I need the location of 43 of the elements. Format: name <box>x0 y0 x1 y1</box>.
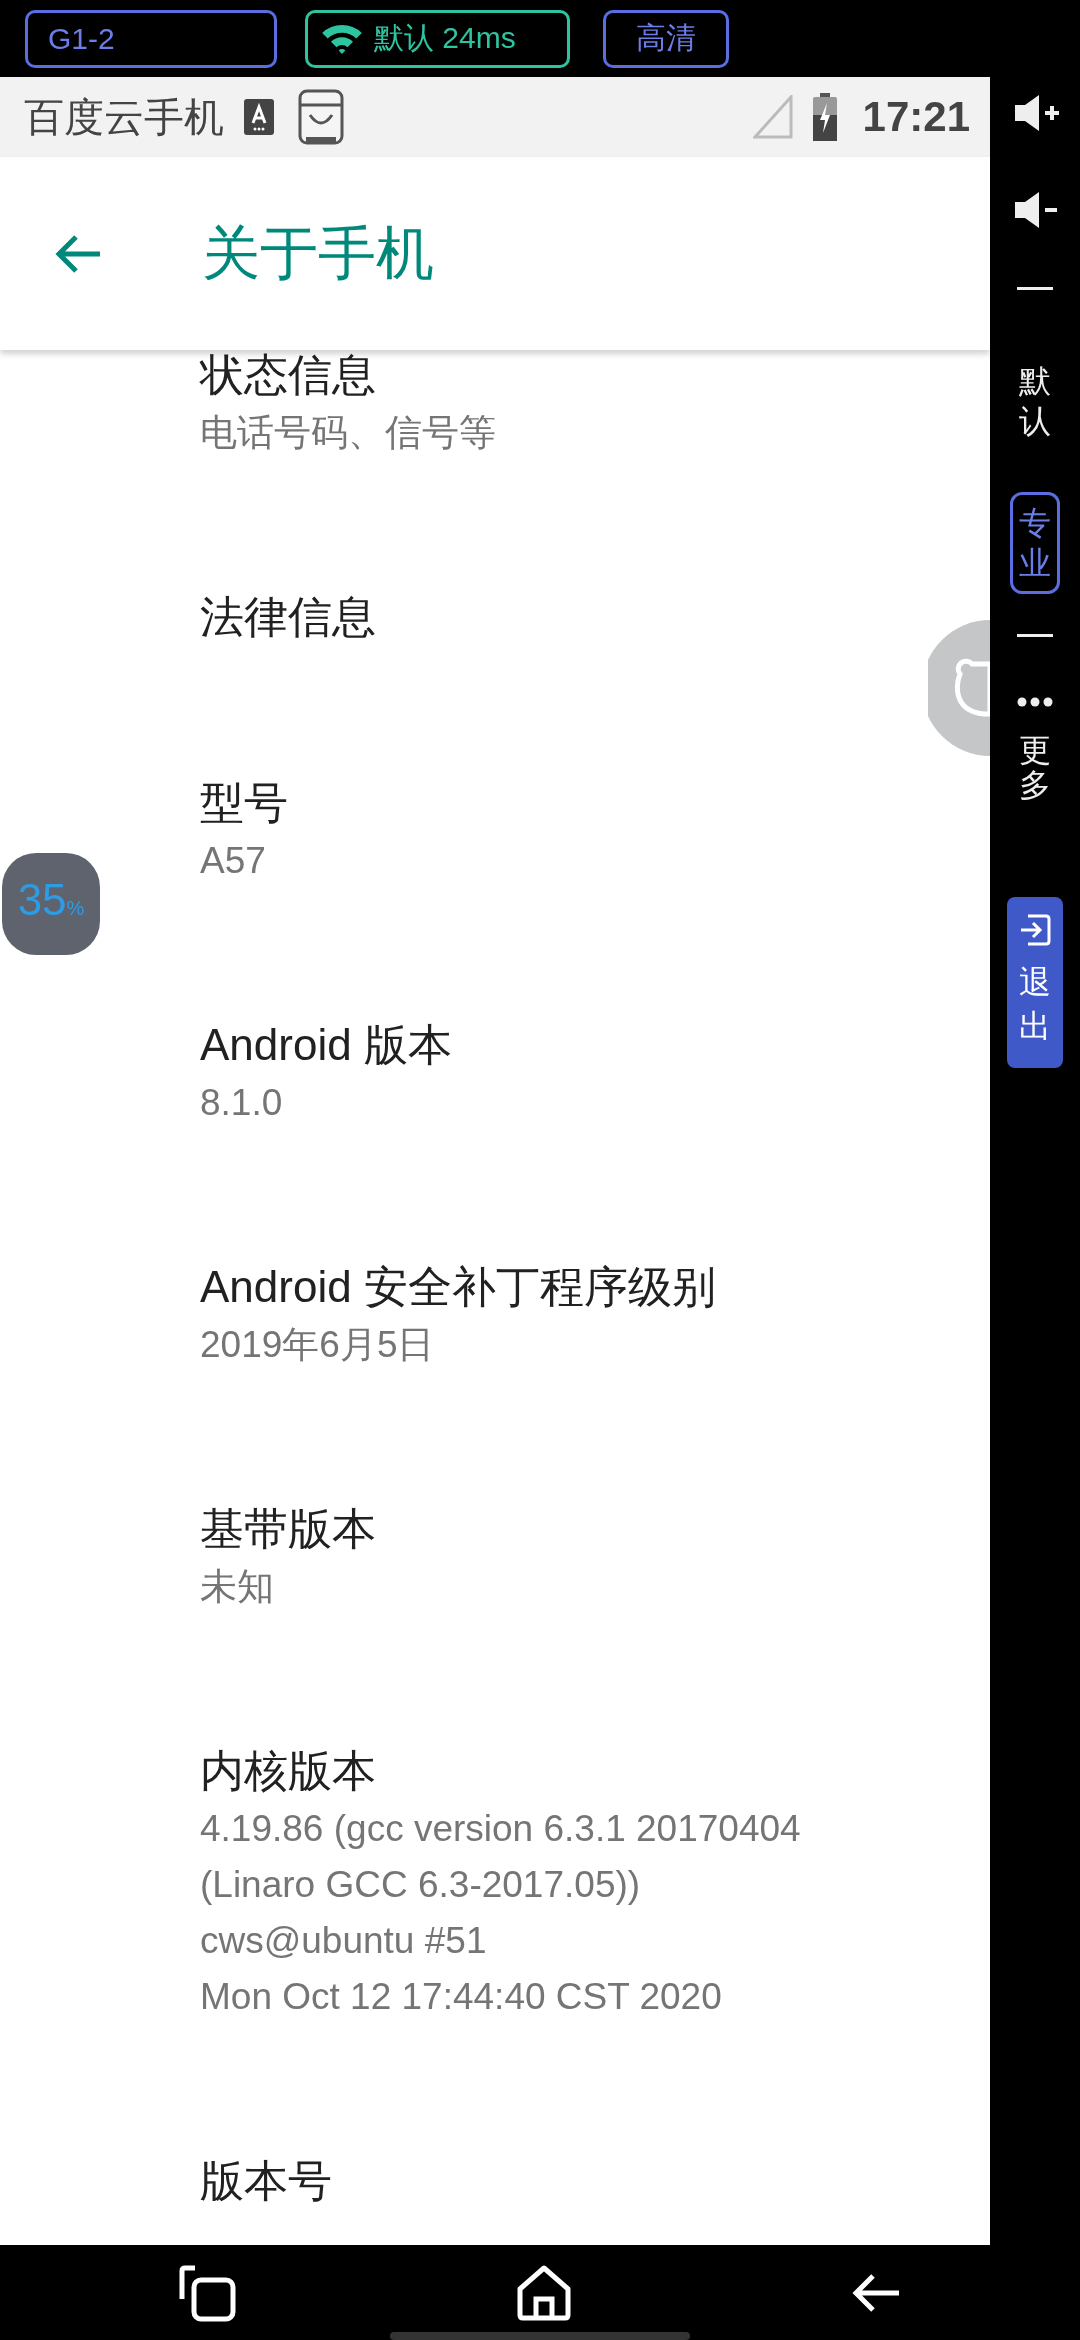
bag-icon <box>298 89 344 145</box>
home-icon[interactable] <box>516 2264 572 2321</box>
item-summary: 未知 <box>200 1565 275 1609</box>
item-title: 状态信息 <box>200 350 377 401</box>
item-summary: 4.19.86 (gcc version 6.3.1 20170404 <box>200 1807 802 1851</box>
exit-label: 退出 <box>1019 963 1051 1046</box>
more-button[interactable]: 更多 <box>1017 697 1053 804</box>
percentage-unit: % <box>66 897 85 920</box>
status-time: 17:21 <box>862 93 970 141</box>
page-title: 关于手机 <box>202 218 434 287</box>
status-app-name: 百度云手机 <box>24 93 224 141</box>
item-summary: cws@ubuntu #51 <box>200 1919 488 1963</box>
exit-button[interactable]: 退出 <box>1007 897 1063 1068</box>
item-title: 版本号 <box>200 2155 333 2207</box>
item-title: 内核版本 <box>200 1745 377 1797</box>
item-title: 法律信息 <box>200 591 377 643</box>
item-title: Android 安全补丁程序级别 <box>200 1261 717 1313</box>
item-summary: 8.1.0 <box>200 1081 284 1125</box>
network-status[interactable]: 默认 24ms <box>305 9 570 68</box>
wifi-icon <box>320 22 364 55</box>
item-title: 型号 <box>200 777 289 829</box>
mode-button[interactable]: 默认 <box>1010 350 1060 452</box>
mode-button[interactable]: 专业 <box>1010 492 1060 594</box>
item-summary: Mon Oct 12 17:44:40 CST 2020 <box>200 1975 723 2019</box>
item-summary: 2019年6月5日 <box>200 1323 436 1367</box>
item-summary: 电话号码、信号等 <box>200 411 497 455</box>
device-label[interactable]: G1-2 <box>25 9 277 68</box>
item-summary: (Linaro GCC 6.3-2017.05)) <box>200 1863 642 1907</box>
percentage-value: 35 <box>17 875 67 925</box>
quality-button[interactable]: 高清 <box>603 9 729 68</box>
item-summary: A57 <box>200 839 267 883</box>
more-icon <box>1017 697 1053 707</box>
item-title: Android 版本 <box>200 1019 453 1071</box>
keyboard-icon <box>244 99 274 135</box>
volume-up-icon[interactable] <box>1013 93 1061 133</box>
recents-icon[interactable] <box>179 2263 238 2322</box>
battery-icon <box>812 93 837 141</box>
exit-icon <box>1018 913 1052 948</box>
signal-icon <box>752 95 793 139</box>
item-title: 基带版本 <box>200 1503 377 1555</box>
back-icon[interactable] <box>850 2272 901 2313</box>
more-label: 更多 <box>1019 733 1051 804</box>
network-text: 默认 24ms <box>374 20 516 56</box>
